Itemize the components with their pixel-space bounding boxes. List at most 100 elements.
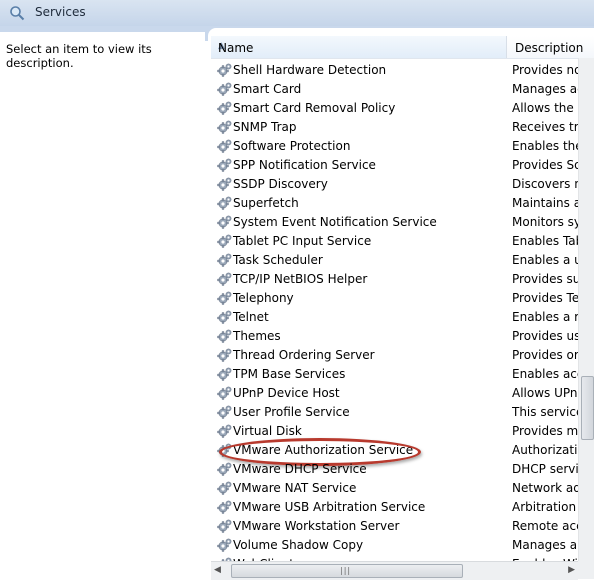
service-row[interactable]: VMware Workstation Server Remote acc... xyxy=(211,517,586,536)
service-row[interactable]: VMware NAT Service Network ad... xyxy=(211,479,586,498)
service-description: Allows the s... xyxy=(512,101,580,115)
grip-icon: ||| xyxy=(340,566,352,575)
description-pane: Select an item to view its description. xyxy=(0,32,205,579)
scroll-left-icon[interactable]: ◀ xyxy=(214,565,221,575)
service-gear-icon xyxy=(217,100,233,116)
service-gear-icon xyxy=(217,499,233,515)
service-description: Enables a re... xyxy=(512,310,580,324)
service-row[interactable]: TPM Base Services Enables acc... xyxy=(211,365,586,384)
service-description: Discovers n... xyxy=(512,177,580,191)
service-name: UPnP Device Host xyxy=(233,386,340,400)
service-row[interactable]: Smart Card Removal Policy Allows the s... xyxy=(211,99,586,118)
service-row[interactable]: Telnet Enables a re... xyxy=(211,308,586,327)
service-row[interactable]: System Event Notification Service Monitor… xyxy=(211,213,586,232)
service-row[interactable]: VMware Authorization Service Authorizati.… xyxy=(211,441,586,460)
service-gear-icon xyxy=(217,81,233,97)
service-description: Monitors sy... xyxy=(512,215,580,229)
service-gear-icon xyxy=(217,404,233,420)
service-gear-icon xyxy=(217,518,233,534)
service-rows: Shell Hardware Detection Provides no... Sm… xyxy=(211,61,586,574)
vertical-scroll-thumb[interactable] xyxy=(581,376,594,440)
service-row[interactable]: Tablet PC Input Service Enables Tab... xyxy=(211,232,586,251)
service-name: VMware USB Arbitration Service xyxy=(233,500,426,514)
service-name: Shell Hardware Detection xyxy=(233,63,387,77)
service-description: Maintains a... xyxy=(512,196,580,210)
service-description: Enables Tab... xyxy=(512,234,580,248)
service-row[interactable]: User Profile Service This service ... xyxy=(211,403,586,422)
service-description: This service ... xyxy=(512,405,580,419)
service-row[interactable]: Smart Card Manages ac... xyxy=(211,80,586,99)
service-name: Telnet xyxy=(233,310,269,324)
service-description: Arbitration ... xyxy=(512,500,580,514)
service-gear-icon xyxy=(217,442,233,458)
service-description: Provides or... xyxy=(512,348,580,362)
service-name: TCP/IP NetBIOS Helper xyxy=(233,272,368,286)
service-description: Provides m... xyxy=(512,424,580,438)
service-row[interactable]: Task Scheduler Enables a us... xyxy=(211,251,586,270)
column-header-description[interactable]: Description xyxy=(507,36,594,58)
service-name: TPM Base Services xyxy=(233,367,346,381)
service-gear-icon xyxy=(217,366,233,382)
service-gear-icon xyxy=(217,537,233,553)
service-gear-icon xyxy=(217,157,233,173)
services-list[interactable]: ▲ Name Description Shell Hardware Detect… xyxy=(208,28,594,579)
horizontal-scrollbar[interactable]: ◀ ||| ▶ xyxy=(211,561,578,580)
service-name: SNMP Trap xyxy=(233,120,297,134)
service-description: Provides So... xyxy=(512,158,580,172)
service-gear-icon xyxy=(217,138,233,154)
service-gear-icon xyxy=(217,252,233,268)
service-name: VMware Authorization Service xyxy=(233,443,414,457)
service-description: Network ad... xyxy=(512,481,580,495)
service-gear-icon xyxy=(217,461,233,477)
service-name: Superfetch xyxy=(233,196,299,210)
service-row[interactable]: Virtual Disk Provides m... xyxy=(211,422,586,441)
service-row[interactable]: Volume Shadow Copy Manages an... xyxy=(211,536,586,555)
scroll-right-icon[interactable]: ▶ xyxy=(568,565,575,575)
scrollbar-corner xyxy=(578,561,594,579)
service-gear-icon xyxy=(217,290,233,306)
service-row[interactable]: SNMP Trap Receives tra... xyxy=(211,118,586,137)
service-name: Tablet PC Input Service xyxy=(233,234,372,248)
service-gear-icon xyxy=(217,328,233,344)
column-header-name[interactable]: ▲ Name xyxy=(211,36,507,58)
service-gear-icon xyxy=(217,385,233,401)
service-name: VMware Workstation Server xyxy=(233,519,400,533)
service-gear-icon xyxy=(217,271,233,287)
service-name: Smart Card xyxy=(233,82,302,96)
service-name: Smart Card Removal Policy xyxy=(233,101,396,115)
service-description: Provides su... xyxy=(512,272,580,286)
service-row[interactable]: Superfetch Maintains a... xyxy=(211,194,586,213)
service-gear-icon xyxy=(217,309,233,325)
service-name: Telephony xyxy=(233,291,294,305)
service-row[interactable]: SPP Notification Service Provides So... xyxy=(211,156,586,175)
service-row[interactable]: Themes Provides us... xyxy=(211,327,586,346)
service-description: Manages ac... xyxy=(512,82,580,96)
horizontal-scroll-thumb[interactable]: ||| xyxy=(231,564,463,578)
service-row[interactable]: Telephony Provides Tel... xyxy=(211,289,586,308)
service-description: Allows UPn... xyxy=(512,386,580,400)
service-row[interactable]: VMware DHCP Service DHCP servi... xyxy=(211,460,586,479)
service-gear-icon xyxy=(217,347,233,363)
service-description: Authorizati... xyxy=(512,443,580,457)
service-row[interactable]: UPnP Device Host Allows UPn... xyxy=(211,384,586,403)
search-icon xyxy=(9,5,25,21)
service-description: DHCP servi... xyxy=(512,462,580,476)
service-description: Enables a us... xyxy=(512,253,580,267)
service-row[interactable]: TCP/IP NetBIOS Helper Provides su... xyxy=(211,270,586,289)
service-row[interactable]: Thread Ordering Server Provides or... xyxy=(211,346,586,365)
service-description: Remote acc... xyxy=(512,519,580,533)
service-row[interactable]: VMware USB Arbitration Service Arbitratio… xyxy=(211,498,586,517)
service-name: SPP Notification Service xyxy=(233,158,376,172)
service-description: Provides no... xyxy=(512,63,580,77)
service-description: Receives tra... xyxy=(512,120,580,134)
service-name: Software Protection xyxy=(233,139,351,153)
service-row[interactable]: SSDP Discovery Discovers n... xyxy=(211,175,586,194)
vertical-scrollbar[interactable] xyxy=(578,58,594,561)
service-name: VMware DHCP Service xyxy=(233,462,367,476)
service-row[interactable]: Software Protection Enables the ... xyxy=(211,137,586,156)
service-row[interactable]: Shell Hardware Detection Provides no... xyxy=(211,61,586,80)
column-description-label: Description xyxy=(515,41,584,55)
service-gear-icon xyxy=(217,233,233,249)
service-name: SSDP Discovery xyxy=(233,177,328,191)
service-gear-icon xyxy=(217,62,233,78)
